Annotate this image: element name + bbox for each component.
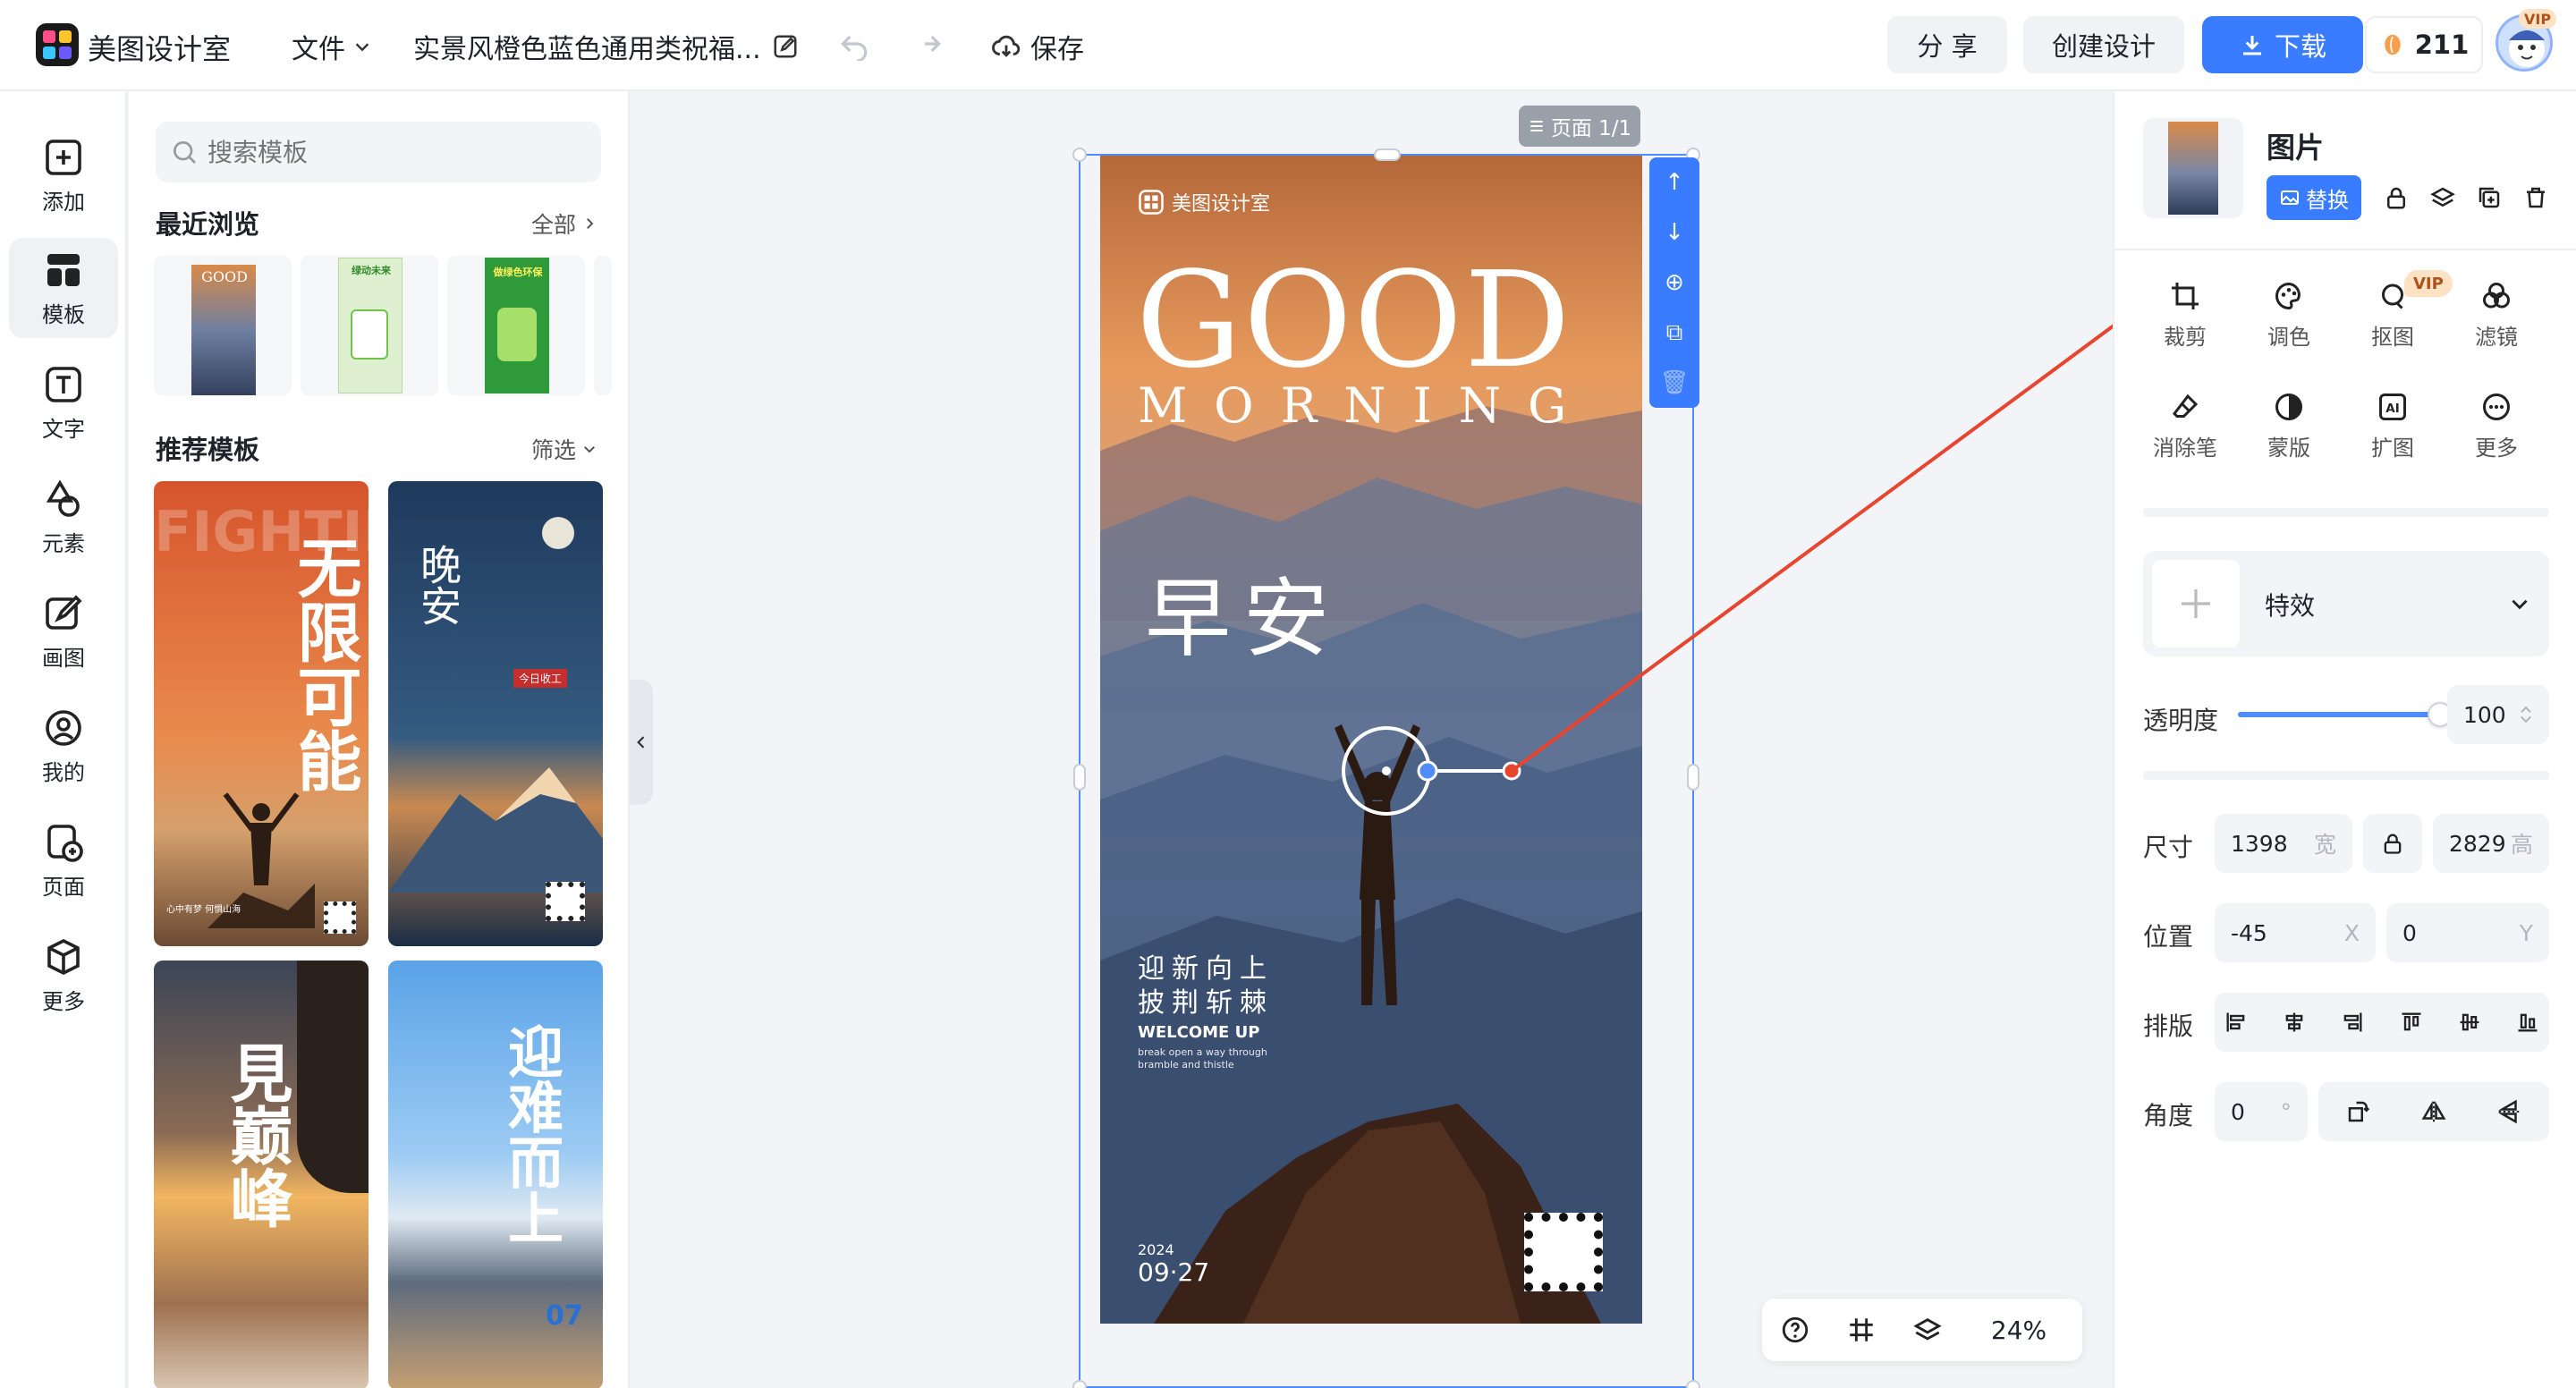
opacity-value: 100 <box>2463 701 2506 728</box>
align-group <box>2215 993 2549 1052</box>
vip-tag: VIP <box>2404 270 2453 297</box>
layers-icon[interactable] <box>2429 184 2456 211</box>
effects-row[interactable]: 特效 <box>2143 551 2549 656</box>
align-top-icon[interactable] <box>2399 1010 2424 1035</box>
eraser-icon <box>2173 394 2199 418</box>
y-value: 0 <box>2402 919 2417 946</box>
duplicate-page-icon[interactable]: ⧉ <box>1649 308 1699 358</box>
tool-label: 裁剪 <box>2164 324 2207 350</box>
opacity-slider[interactable] <box>2238 702 2453 727</box>
grid-button[interactable] <box>1828 1315 1894 1345</box>
replace-label: 替换 <box>2306 187 2349 213</box>
crop-icon <box>2172 282 2199 309</box>
divider-bar <box>2143 508 2549 517</box>
effects-add[interactable] <box>2152 560 2240 647</box>
image-thumbnail-fill <box>2168 122 2218 215</box>
tool-label: 扩图 <box>2371 435 2414 461</box>
filter-icon <box>2483 282 2510 308</box>
tool-label: 调色 <box>2267 324 2310 350</box>
zoom-level[interactable]: 24% <box>1961 1316 2077 1345</box>
layout-label: 排版 <box>2143 1011 2194 1041</box>
angle-unit: ° <box>2280 1098 2292 1125</box>
divider-bar <box>2143 771 2549 780</box>
mask-icon <box>2275 393 2302 420</box>
angle-value: 0 <box>2231 1098 2245 1125</box>
tool-eraser[interactable]: 消除笔 <box>2136 381 2234 470</box>
layers-button[interactable] <box>1894 1315 1961 1345</box>
tool-filter[interactable]: 滤镜 <box>2447 270 2546 360</box>
page-tools: ↑ ↓ ⊕ ⧉ 🗑 <box>1649 157 1699 408</box>
rotate-knob[interactable] <box>1417 760 1438 782</box>
svg-text:AI: AI <box>2385 402 2399 416</box>
delete-page-icon[interactable]: 🗑 <box>1649 358 1699 408</box>
trash-icon[interactable] <box>2522 184 2549 211</box>
height-value: 2829 <box>2449 830 2506 857</box>
properties-panel: 图片 替换 裁剪 调色 抠图 VIP 滤镜 消除笔 蒙版 AI 扩图 更多 特效… <box>2113 91 2576 1388</box>
tool-color[interactable]: 调色 <box>2240 270 2338 360</box>
effects-label: 特效 <box>2265 591 2316 621</box>
tool-label: 抠图 <box>2371 324 2414 350</box>
opacity-input[interactable]: 100 <box>2447 685 2549 744</box>
help-icon <box>1782 1316 1809 1343</box>
angle-input[interactable]: 0 ° <box>2215 1082 2308 1141</box>
rotate-center-dot <box>1382 766 1391 775</box>
y-unit: Y <box>2519 919 2533 946</box>
rotate-icon[interactable] <box>2345 1098 2372 1125</box>
zoom-bar: 24% <box>1762 1299 2082 1361</box>
angle-label: 角度 <box>2143 1101 2194 1130</box>
flip-horizontal-icon[interactable] <box>2420 1098 2447 1125</box>
tool-label: 滤镜 <box>2475 324 2518 350</box>
lock-icon[interactable] <box>2383 184 2410 211</box>
duplicate-icon[interactable] <box>2476 184 2503 211</box>
tool-label: 消除笔 <box>2153 435 2217 461</box>
add-page-icon[interactable]: ⊕ <box>1649 258 1699 308</box>
help-button[interactable] <box>1762 1315 1828 1345</box>
image-thumbnail[interactable] <box>2143 118 2243 218</box>
replace-button[interactable]: 替换 <box>2267 175 2361 220</box>
props-title: 图片 <box>2267 131 2325 165</box>
tool-label: 更多 <box>2475 435 2518 461</box>
expand-icon: AI <box>2379 393 2406 420</box>
opacity-label: 透明度 <box>2143 706 2219 735</box>
width-input[interactable]: 1398 宽 <box>2215 814 2352 873</box>
transform-group <box>2318 1082 2549 1141</box>
divider-line <box>2114 249 2576 250</box>
height-unit: 高 <box>2510 832 2533 858</box>
position-label: 位置 <box>2143 922 2194 952</box>
x-input[interactable]: -45 X <box>2215 903 2376 962</box>
align-center-v-icon[interactable] <box>2457 1010 2482 1035</box>
x-unit: X <box>2343 919 2360 946</box>
chevron-down-icon[interactable] <box>2508 592 2531 615</box>
move-up-icon[interactable]: ↑ <box>1649 157 1699 207</box>
layers-icon <box>1913 1318 1942 1341</box>
plus-icon <box>2182 589 2210 618</box>
y-input[interactable]: 0 Y <box>2386 903 2549 962</box>
tool-mask[interactable]: 蒙版 <box>2240 381 2338 470</box>
x-value: -45 <box>2231 919 2267 946</box>
stepper-icon[interactable] <box>2519 703 2533 726</box>
tool-crop[interactable]: 裁剪 <box>2136 270 2234 360</box>
width-unit: 宽 <box>2313 832 2336 858</box>
align-right-icon[interactable] <box>2340 1010 2365 1035</box>
more-icon <box>2483 393 2510 420</box>
lock-icon <box>2384 834 2402 854</box>
tool-more[interactable]: 更多 <box>2447 381 2546 470</box>
grid-icon <box>1850 1318 1873 1341</box>
align-center-h-icon[interactable] <box>2282 1010 2307 1035</box>
tool-expand[interactable]: AI 扩图 <box>2343 381 2442 470</box>
flip-vertical-icon[interactable] <box>2496 1098 2522 1125</box>
align-left-icon[interactable] <box>2224 1010 2249 1035</box>
move-down-icon[interactable]: ↓ <box>1649 207 1699 258</box>
width-value: 1398 <box>2231 830 2288 857</box>
aspect-lock-button[interactable] <box>2363 814 2422 873</box>
opacity-slider-fill <box>2238 712 2440 717</box>
height-input[interactable]: 2829 高 <box>2433 814 2549 873</box>
align-bottom-icon[interactable] <box>2515 1010 2540 1035</box>
size-label: 尺寸 <box>2143 833 2194 862</box>
tool-label: 蒙版 <box>2267 435 2310 461</box>
image-icon <box>2281 190 2299 205</box>
palette-icon <box>2275 282 2301 309</box>
